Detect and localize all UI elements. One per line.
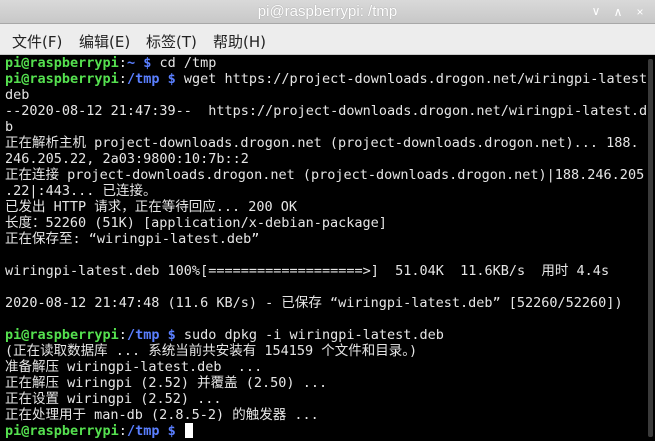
menu-help[interactable]: 帮助(H) [213, 31, 266, 52]
text-cursor [184, 423, 193, 438]
terminal-output-line: 正在设置 wiringpi (2.52) ... [5, 391, 646, 407]
terminal-output-line: wiringpi-latest.deb 100%[===============… [5, 263, 646, 279]
prompt-user: pi@raspberrypi [5, 423, 119, 439]
terminal-prompt-line: pi@raspberrypi:~ $ cd /tmp [5, 55, 646, 71]
prompt-separator: : [118, 327, 127, 343]
output-text: 准备解压 wiringpi-latest.deb ... [5, 359, 263, 375]
minimize-button[interactable]: ∨ [588, 3, 604, 19]
terminal-output-line: 已发出 HTTP 请求，正在等待回应... 200 OK [5, 199, 646, 215]
output-text: 2020-08-12 21:47:48 (11.6 KB/s) - 已保存 “w… [5, 295, 623, 311]
terminal-prompt-line: pi@raspberrypi:/tmp $ [5, 423, 646, 439]
prompt-path: /tmp [126, 327, 160, 343]
output-text: 正在设置 wiringpi (2.52) ... [5, 391, 222, 407]
output-text: 正在保存至: “wiringpi-latest.deb” [5, 231, 260, 247]
terminal-window: pi@raspberrypi: /tmp ∨ ∧ × 文件(F) 编辑(E) 标… [0, 0, 655, 441]
terminal-output-line: (正在读取数据库 ... 系统当前共安装有 154159 个文件和目录。) [5, 343, 646, 359]
terminal-output-line: 正在处理用于 man-db (2.8.5-2) 的触发器 ... [5, 407, 646, 423]
prompt-user: pi@raspberrypi [5, 71, 119, 87]
output-text: b [5, 119, 14, 135]
window-title: pi@raspberrypi: /tmp [257, 3, 398, 20]
terminal-output-line: 正在解压 wiringpi (2.52) 并覆盖 (2.50) ... [5, 375, 646, 391]
terminal-output-line: b [5, 119, 646, 135]
output-text: 246.205.22, 2a03:9800:10:7b::2 [5, 151, 249, 167]
terminal-prompt-line: pi@raspberrypi:/tmp $ wget https://proje… [5, 71, 646, 87]
prompt-symbol: $ [159, 423, 184, 439]
output-text: 长度：52260 (51K) [application/x-debian-pac… [5, 215, 387, 231]
terminal-output-line: --2020-08-12 21:47:39-- https://project-… [5, 103, 646, 119]
output-text: 正在连接 project-downloads.drogon.net (proje… [5, 167, 645, 183]
output-text: --2020-08-12 21:47:39-- https://project-… [5, 103, 646, 119]
terminal-output-line: 正在连接 project-downloads.drogon.net (proje… [5, 167, 646, 183]
output-text: 正在处理用于 man-db (2.8.5-2) 的触发器 ... [5, 407, 319, 423]
output-text: (正在读取数据库 ... 系统当前共安装有 154159 个文件和目录。) [5, 343, 418, 359]
scrollbar-thumb[interactable] [648, 59, 653, 437]
menu-edit[interactable]: 编辑(E) [79, 31, 130, 52]
prompt-separator: : [118, 71, 127, 87]
title-bar[interactable]: pi@raspberrypi: /tmp ∨ ∧ × [0, 0, 655, 24]
maximize-button[interactable]: ∧ [610, 4, 626, 20]
prompt-path: ~ [126, 55, 136, 71]
close-button[interactable]: × [632, 4, 648, 20]
terminal-output-line: 准备解压 wiringpi-latest.deb ... [5, 359, 646, 375]
terminal-output-line: 正在保存至: “wiringpi-latest.deb” [5, 231, 646, 247]
output-text: 正在解压 wiringpi (2.52) 并覆盖 (2.50) ... [5, 375, 328, 391]
terminal-output-line: .22|:443... 已连接。 [5, 183, 646, 199]
prompt-user: pi@raspberrypi [5, 327, 119, 343]
menu-tabs[interactable]: 标签(T) [146, 31, 197, 52]
menu-bar: 文件(F) 编辑(E) 标签(T) 帮助(H) [0, 24, 655, 55]
minimize-icon: ∨ [591, 4, 601, 18]
output-text: 正在解析主机 project-downloads.drogon.net (pro… [5, 135, 639, 151]
prompt-path: /tmp [126, 423, 160, 439]
output-text: wiringpi-latest.deb 100%[===============… [5, 263, 610, 279]
output-text: .22|:443... 已连接。 [5, 183, 157, 199]
terminal-scrollbar[interactable] [646, 55, 655, 441]
prompt-symbol: $ [159, 71, 184, 87]
menu-file[interactable]: 文件(F) [12, 31, 62, 52]
command-text: wget https://project-downloads.drogon.ne… [183, 71, 646, 87]
prompt-path: /tmp [126, 71, 160, 87]
prompt-separator: : [118, 423, 127, 439]
terminal-output-line: 2020-08-12 21:47:48 (11.6 KB/s) - 已保存 “w… [5, 295, 646, 311]
terminal-output-line: 长度：52260 (51K) [application/x-debian-pac… [5, 215, 646, 231]
prompt-symbol: $ [135, 55, 160, 71]
terminal-output[interactable]: pi@raspberrypi:~ $ cd /tmp pi@raspberrypi… [0, 55, 646, 441]
command-text: cd /tmp [159, 55, 217, 71]
prompt-separator: : [118, 55, 127, 71]
command-text: sudo dpkg -i wiringpi-latest.deb [183, 327, 444, 343]
terminal-output-line: deb [5, 87, 646, 103]
output-text: 已发出 HTTP 请求，正在等待回应... 200 OK [5, 199, 298, 215]
terminal-output-line: 246.205.22, 2a03:9800:10:7b::2 [5, 151, 646, 167]
prompt-symbol: $ [159, 327, 184, 343]
maximize-icon: ∧ [613, 5, 623, 19]
output-text: deb [5, 87, 30, 103]
terminal-output-line: 正在解析主机 project-downloads.drogon.net (pro… [5, 135, 646, 151]
prompt-user: pi@raspberrypi [5, 55, 119, 71]
terminal-prompt-line: pi@raspberrypi:/tmp $ sudo dpkg -i wirin… [5, 327, 646, 343]
close-icon: × [636, 5, 644, 19]
